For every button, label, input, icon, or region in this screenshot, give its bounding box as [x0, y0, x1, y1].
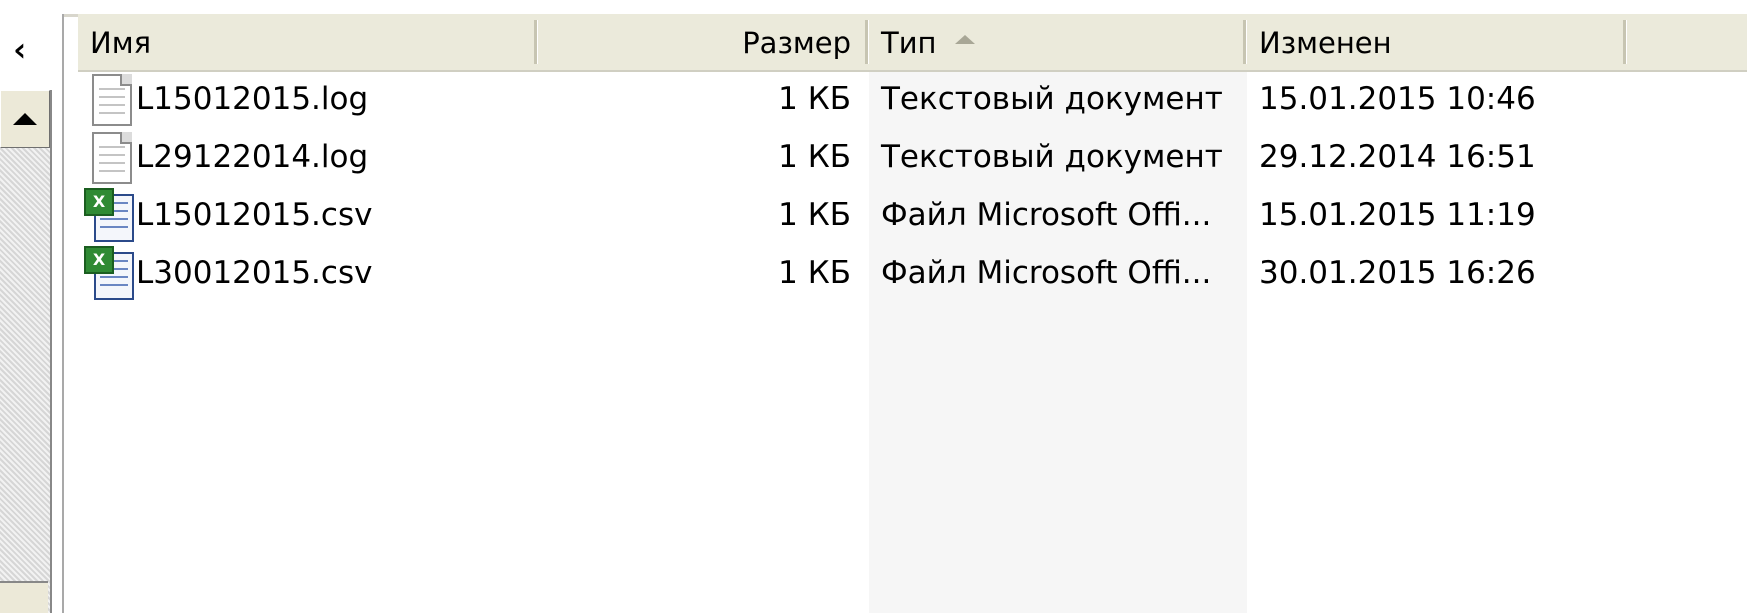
- file-type: Текстовый документ: [881, 81, 1223, 117]
- column-header-type-label: Тип: [881, 26, 937, 60]
- column-header-size[interactable]: Размер: [538, 14, 869, 70]
- excel-csv-icon: X: [84, 188, 134, 242]
- file-name: L15012015.csv: [136, 197, 373, 233]
- scroll-up-button[interactable]: [0, 90, 50, 148]
- column-header-modified-label: Изменен: [1259, 26, 1392, 60]
- collapse-panel-button[interactable]: ‹: [0, 20, 40, 80]
- column-header-name[interactable]: Имя: [78, 14, 538, 70]
- file-modified: 15.01.2015 11:19: [1259, 197, 1536, 233]
- file-row[interactable]: X L30012015.csv 1 КБ Файл Microsoft Offi…: [78, 244, 1747, 302]
- file-modified: 29.12.2014 16:51: [1259, 139, 1536, 175]
- file-modified: 15.01.2015 10:46: [1259, 81, 1536, 117]
- file-size: 1 КБ: [778, 81, 851, 117]
- file-name: L29122014.log: [136, 139, 369, 175]
- column-header-row: Имя Размер Тип Изменен: [78, 14, 1747, 72]
- file-size: 1 КБ: [778, 255, 851, 291]
- file-row[interactable]: L29122014.log 1 КБ Текстовый документ 29…: [78, 128, 1747, 186]
- file-type: Файл Microsoft Offi...: [881, 197, 1212, 233]
- column-header-modified[interactable]: Изменен: [1247, 14, 1627, 70]
- text-document-icon: [84, 130, 134, 184]
- folder-tree-panel: ‹: [0, 14, 64, 613]
- tree-vertical-scrollbar[interactable]: [0, 90, 52, 613]
- file-name: L15012015.log: [136, 81, 369, 117]
- file-size: 1 КБ: [778, 139, 851, 175]
- file-list-view[interactable]: Имя Размер Тип Изменен L15012015.log 1 К…: [78, 14, 1747, 613]
- file-type: Файл Microsoft Offi...: [881, 255, 1212, 291]
- arrow-up-icon: [13, 113, 37, 125]
- file-row[interactable]: L15012015.log 1 КБ Текстовый документ 15…: [78, 70, 1747, 128]
- file-size: 1 КБ: [778, 197, 851, 233]
- text-document-icon: [84, 72, 134, 126]
- scrollbar-thumb[interactable]: [0, 581, 48, 613]
- file-row[interactable]: X L15012015.csv 1 КБ Файл Microsoft Offi…: [78, 186, 1747, 244]
- file-type: Текстовый документ: [881, 139, 1223, 175]
- file-modified: 30.01.2015 16:26: [1259, 255, 1536, 291]
- file-name: L30012015.csv: [136, 255, 373, 291]
- excel-csv-icon: X: [84, 246, 134, 300]
- column-header-extra[interactable]: [1627, 14, 1747, 70]
- column-header-size-label: Размер: [742, 26, 851, 60]
- column-header-name-label: Имя: [90, 26, 152, 60]
- sort-ascending-icon: [954, 34, 975, 44]
- column-header-type[interactable]: Тип: [869, 14, 1247, 70]
